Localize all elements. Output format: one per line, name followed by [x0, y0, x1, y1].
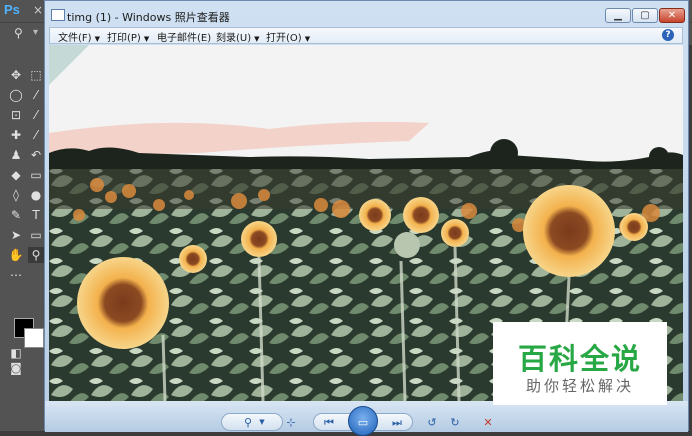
magic-wand-tool-icon[interactable]: ⁄ — [28, 87, 44, 103]
type-tool-icon[interactable]: T — [28, 207, 44, 223]
quick-mask-icon[interactable]: ◙ — [8, 360, 24, 376]
watermark-title: 百科全说 — [517, 342, 642, 376]
document-tab-close-button[interactable]: × — [33, 3, 43, 17]
dodge-tool-icon[interactable]: ● — [28, 187, 44, 203]
crop-tool-icon[interactable]: ⊡ — [8, 107, 24, 123]
minimize-button[interactable]: ▁ — [605, 8, 631, 23]
lasso-tool-icon[interactable]: ◯ — [8, 87, 24, 103]
rotate-right-icon[interactable]: ↻ — [447, 414, 463, 431]
watermark: 百科全说 助你轻松解决 — [493, 322, 667, 405]
rotate-left-icon[interactable]: ↺ — [424, 414, 440, 431]
healing-brush-tool-icon[interactable]: ✚ — [8, 127, 24, 143]
path-selection-tool-icon[interactable]: ➤ — [8, 227, 24, 243]
zoom-icon[interactable]: ⚲ — [238, 414, 258, 431]
more-tools-icon[interactable]: ⋯ — [8, 267, 24, 283]
stamp-tool-icon[interactable]: ♟ — [8, 147, 24, 163]
eraser-tool-icon[interactable]: ◆ — [8, 167, 24, 183]
history-brush-tool-icon[interactable]: ↶ — [28, 147, 44, 163]
default-colors-icon[interactable]: ◧ — [8, 345, 24, 361]
chevron-down-icon: ▼ — [143, 35, 150, 43]
menu-burn[interactable]: 刻录(U) ▼ — [216, 29, 260, 44]
window-title: timg (1) - Windows 照片查看器 — [67, 11, 230, 24]
chevron-down-icon: ▼ — [304, 35, 311, 43]
watermark-subtitle: 助你轻松解决 — [525, 377, 634, 395]
chevron-down-icon[interactable]: ▼ — [256, 414, 268, 431]
menu-email-label: 电子邮件(E) — [157, 33, 212, 44]
eyedropper-tool-icon[interactable]: ⁄ — [28, 107, 44, 123]
marquee-tool-icon[interactable]: ⬚ — [28, 67, 44, 83]
chevron-down-icon: ▼ — [254, 35, 260, 43]
menu-print-label: 打印(P) — [107, 33, 141, 44]
menu-email[interactable]: 电子邮件(E) — [157, 29, 211, 44]
menu-print[interactable]: 打印(P) ▼ — [107, 29, 149, 44]
hand-tool-icon[interactable]: ✋ — [8, 247, 24, 263]
delete-icon[interactable]: ✕ — [480, 414, 496, 431]
title-bar[interactable]: timg (1) - Windows 照片查看器 ▁ ▢ ✕ — [45, 1, 688, 28]
menu-file[interactable]: 文件(F) ▼ — [58, 29, 100, 44]
tool-preset-dropdown-icon[interactable]: ▾ — [33, 27, 38, 38]
slideshow-icon[interactable]: ▭ — [353, 414, 373, 431]
shape-tool-icon[interactable]: ▭ — [28, 227, 44, 243]
menu-bar: 文件(F) ▼ 打印(P) ▼ 电子邮件(E) 刻录(U) ▼ 打开(O) ▼ ? — [49, 27, 683, 44]
blur-tool-icon[interactable]: ◊ — [8, 187, 24, 203]
next-icon[interactable]: ⏭ — [388, 414, 406, 431]
photoshop-toolbar: ✥ ⬚ ◯ ⁄ ⊡ ⁄ ✚ ⁄ ♟ ↶ ◆ ▭ ◊ ● ✎ T ➤ ▭ ✋ ⚲ … — [0, 45, 45, 431]
menu-open-label: 打开(O) — [266, 33, 302, 44]
actual-size-icon[interactable]: ⊹ — [282, 414, 300, 431]
background-color-swatch[interactable] — [24, 328, 44, 348]
photo-viewer-app-icon — [51, 9, 65, 21]
gradient-tool-icon[interactable]: ▭ — [28, 167, 44, 183]
help-icon[interactable]: ? — [662, 29, 674, 41]
move-tool-icon[interactable]: ✥ — [8, 67, 24, 83]
photoshop-logo: Ps — [4, 2, 20, 17]
zoom-tool-icon[interactable]: ⚲ — [14, 26, 23, 40]
menu-open[interactable]: 打开(O) ▼ — [266, 29, 310, 44]
chevron-down-icon: ▼ — [94, 35, 100, 43]
zoom-tool-icon[interactable]: ⚲ — [28, 247, 44, 263]
menu-file-label: 文件(F) — [58, 33, 92, 44]
pen-tool-icon[interactable]: ✎ — [8, 207, 24, 223]
brush-tool-icon[interactable]: ⁄ — [28, 127, 44, 143]
maximize-button[interactable]: ▢ — [632, 8, 658, 23]
previous-icon[interactable]: ⏮ — [320, 414, 338, 431]
menu-burn-label: 刻录(U) — [216, 33, 252, 44]
close-button[interactable]: ✕ — [659, 8, 685, 23]
